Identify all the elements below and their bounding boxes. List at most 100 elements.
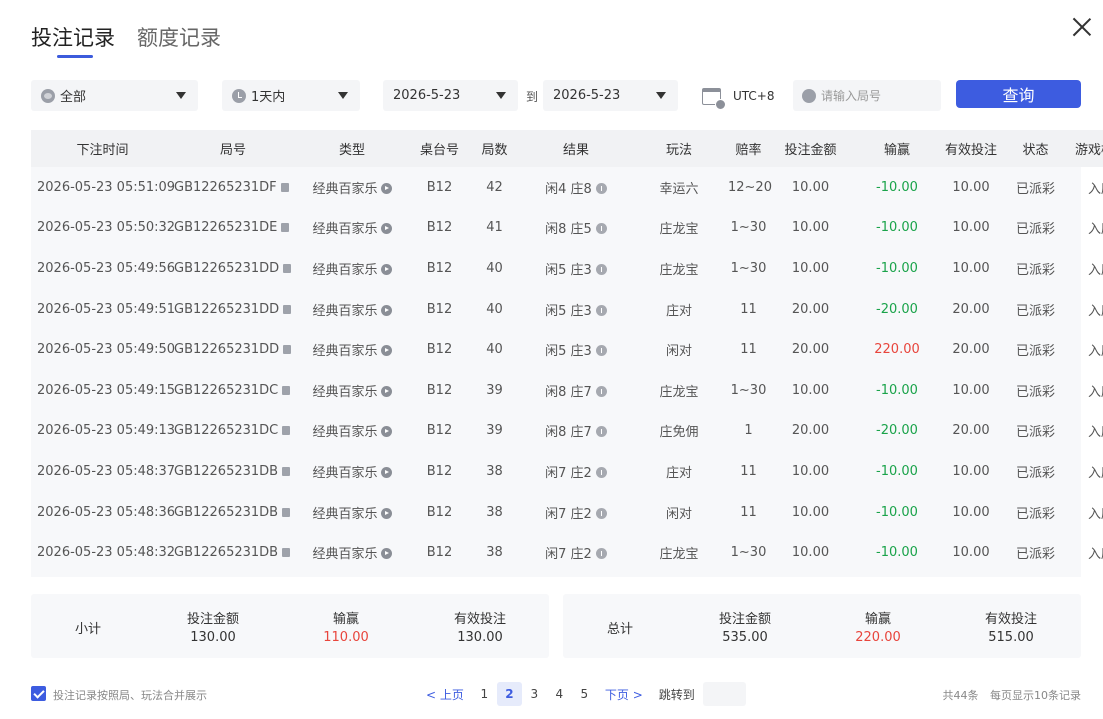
copy-icon[interactable] — [282, 507, 291, 517]
cell-winloss-text: 220.00 — [874, 342, 920, 358]
copy-icon[interactable] — [283, 345, 292, 355]
info-icon[interactable] — [595, 466, 607, 478]
cell-round-text: 40 — [486, 260, 503, 276]
info-icon[interactable] — [595, 345, 607, 357]
play-video-icon[interactable] — [380, 507, 392, 519]
info-icon[interactable] — [595, 304, 607, 316]
cell-id-text: GB12265231DB — [174, 463, 279, 479]
cell-id: GB12265231DD — [174, 289, 292, 330]
table-row[interactable]: 2026-05-23 05:48:32 GB12265231DB 经典百家乐 B12 3… — [31, 532, 1103, 573]
info-icon[interactable] — [595, 507, 607, 519]
next-page-link[interactable]: 下页 > — [605, 686, 643, 703]
table-row[interactable]: 2026-05-23 05:49:13 GB12265231DC 经典百家乐 B12 3… — [31, 411, 1103, 452]
copy-icon[interactable] — [281, 223, 290, 233]
table-row[interactable]: 2026-05-23 05:49:50 GB12265231DD 经典百家乐 B12 4… — [31, 329, 1103, 370]
copy-icon[interactable] — [282, 385, 291, 395]
cell-valid: 10.00 — [942, 492, 1000, 533]
cell-status-text: 已派彩 — [1015, 425, 1055, 441]
table-row[interactable]: 2026-05-23 05:48:36 GB12265231DB 经典百家乐 B12 3… — [31, 492, 1103, 533]
page-5[interactable]: 5 — [572, 682, 597, 706]
cell-id-text: GB12265231DD — [174, 260, 280, 276]
prev-page-link[interactable]: < 上页 — [426, 686, 464, 703]
play-video-icon[interactable] — [380, 182, 392, 194]
cell-id-text: GB12265231DD — [174, 342, 280, 358]
cell-play-text: 庄龙宝 — [659, 262, 699, 278]
page-1[interactable]: 1 — [472, 682, 497, 706]
copy-icon[interactable] — [280, 182, 289, 192]
info-icon[interactable] — [595, 385, 607, 397]
info-icon[interactable] — [595, 426, 607, 438]
round-search-input[interactable] — [821, 88, 931, 103]
play-video-icon[interactable] — [380, 223, 392, 235]
jump-page-input[interactable] — [702, 682, 746, 706]
merge-checkbox-label[interactable]: 投注记录按照局、玩法合并展示 — [53, 687, 207, 703]
cell-play-text: 闲对 — [665, 506, 692, 522]
cell-bet: 10.00 — [769, 492, 852, 533]
cell-result: 闲8 庄5 — [522, 208, 630, 249]
subtotal-winloss: 输赢 110.00 — [291, 608, 401, 645]
table-row[interactable]: 2026-05-23 05:51:09 GB12265231DF 经典百家乐 B12 4… — [31, 167, 1103, 208]
total-valid: 有效投注 515.00 — [956, 608, 1066, 645]
cell-round: 40 — [467, 289, 522, 330]
info-icon[interactable] — [595, 182, 607, 194]
scope-select[interactable]: 全部 — [31, 80, 198, 111]
caret-down-icon — [656, 92, 666, 99]
cell-table: B12 — [412, 329, 467, 370]
table-row[interactable]: 2026-05-23 05:49:51 GB12265231DD 经典百家乐 B12 4… — [31, 289, 1103, 330]
info-icon[interactable] — [595, 548, 607, 560]
table-row[interactable]: 2026-05-23 05:49:56 GB12265231DD 经典百家乐 B12 4… — [31, 248, 1103, 289]
cell-valid: 10.00 — [942, 248, 1000, 289]
range-select[interactable]: 1天内 — [222, 80, 360, 111]
cell-type-text: 经典百家乐 — [312, 384, 378, 400]
merge-checkbox[interactable] — [31, 686, 46, 701]
cell-winloss-text: -20.00 — [876, 423, 918, 439]
copy-icon[interactable] — [282, 426, 291, 436]
play-video-icon[interactable] — [380, 304, 392, 316]
cell-valid: 10.00 — [942, 451, 1000, 492]
total-bet-value: 535.00 — [722, 630, 768, 645]
copy-icon[interactable] — [283, 263, 292, 273]
cell-id: GB12265231DD — [174, 329, 292, 370]
tab-bet-records[interactable]: 投注记录 — [31, 22, 115, 58]
play-video-icon[interactable] — [380, 548, 392, 560]
total-label: 总计 — [607, 622, 634, 637]
cell-table-text: B12 — [426, 504, 453, 520]
cell-table-text: B12 — [426, 301, 453, 317]
table-row[interactable]: 2026-05-23 05:49:15 GB12265231DC 经典百家乐 B12 3… — [31, 370, 1103, 411]
cell-id: GB12265231DF — [174, 167, 292, 208]
cell-time-text: 2026-05-23 05:48:32 — [37, 545, 176, 561]
page-2[interactable]: 2 — [496, 682, 522, 706]
calendar-timezone-icon[interactable] — [702, 88, 726, 110]
table-row[interactable]: 2026-05-23 05:50:32 GB12265231DE 经典百家乐 B12 4… — [31, 208, 1103, 249]
cell-valid: 10.00 — [942, 167, 1000, 208]
cell-type: 经典百家乐 — [292, 289, 412, 330]
query-button[interactable]: 查询 — [956, 80, 1081, 108]
filter-bar: 全部 1天内 2026-5-23 到 2026-5-23 UTC+8 查询 — [31, 80, 1081, 111]
copy-icon[interactable] — [283, 304, 292, 314]
cell-valid-text: 10.00 — [952, 179, 990, 195]
cell-type-text: 经典百家乐 — [312, 181, 378, 197]
info-icon[interactable] — [595, 263, 607, 275]
play-video-icon[interactable] — [380, 345, 392, 357]
table-row[interactable]: 2026-05-23 05:48:37 GB12265231DB 经典百家乐 B12 3… — [31, 451, 1103, 492]
page-3[interactable]: 3 — [522, 682, 547, 706]
cell-type: 经典百家乐 — [292, 532, 412, 573]
page-4[interactable]: 4 — [547, 682, 572, 706]
copy-icon[interactable] — [282, 548, 291, 558]
play-video-icon[interactable] — [380, 385, 392, 397]
cell-time: 2026-05-23 05:51:09 — [31, 167, 175, 208]
caret-down-icon — [496, 92, 506, 99]
cell-round-text: 38 — [486, 545, 503, 561]
date-from-select[interactable]: 2026-5-23 — [383, 80, 518, 111]
info-icon[interactable] — [595, 223, 607, 235]
date-to-select[interactable]: 2026-5-23 — [543, 80, 678, 111]
close-icon[interactable] — [1071, 16, 1093, 38]
play-video-icon[interactable] — [380, 466, 392, 478]
cell-status-text: 已派彩 — [1015, 547, 1055, 563]
tab-credit-records[interactable]: 额度记录 — [137, 22, 221, 58]
copy-icon[interactable] — [282, 466, 291, 476]
play-video-icon[interactable] — [380, 426, 392, 438]
subtotal-bet-value: 130.00 — [190, 630, 236, 645]
play-video-icon[interactable] — [380, 263, 392, 275]
cell-bet-text: 10.00 — [791, 545, 830, 561]
